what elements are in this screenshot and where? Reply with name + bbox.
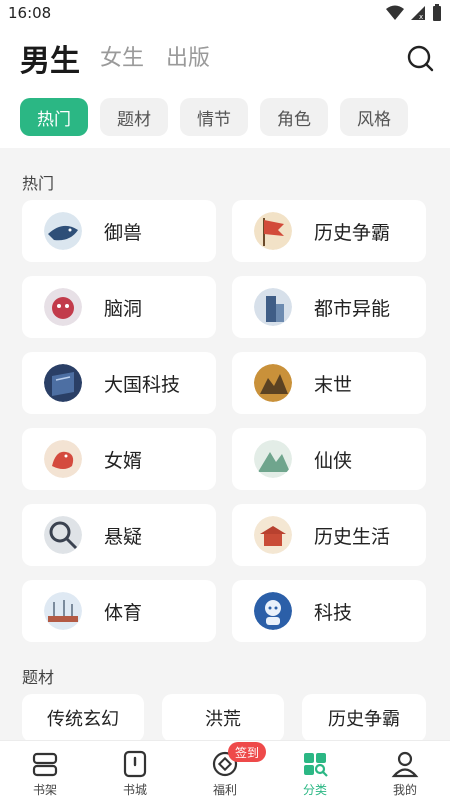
bookstore-icon <box>123 750 147 778</box>
nav-label: 福利 <box>212 783 237 797</box>
category-label: 女婿 <box>104 450 143 472</box>
category-label: 仙侠 <box>314 450 353 472</box>
category-card[interactable]: 历史生活 <box>232 504 426 566</box>
battery-icon <box>433 4 441 21</box>
checkin-badge[interactable]: 签到 <box>228 742 267 762</box>
pig-icon <box>44 288 82 326</box>
category-card[interactable]: 脑洞 <box>22 276 216 338</box>
category-label: 历史生活 <box>314 526 391 548</box>
theme-tag[interactable]: 洪荒 <box>162 694 284 740</box>
tab-boys[interactable]: 男生 <box>20 36 80 80</box>
filter-chips: 热门 题材 情节 角色 风格 <box>0 98 450 138</box>
ruins-icon <box>254 364 292 402</box>
theme-tag[interactable]: 传统玄幻 <box>22 694 144 740</box>
section-title-hot: 热门 <box>22 174 55 193</box>
chip-style[interactable]: 风格 <box>340 98 408 136</box>
category-card[interactable]: 悬疑 <box>22 504 216 566</box>
section-title-theme: 题材 <box>22 668 55 687</box>
category-label: 大国科技 <box>104 374 181 396</box>
category-card[interactable]: 御兽 <box>22 200 216 262</box>
category-label: 体育 <box>104 602 143 624</box>
status-bar: 16:08 x <box>0 0 450 26</box>
category-card[interactable]: 仙侠 <box>232 428 426 490</box>
category-card[interactable]: 女婿 <box>22 428 216 490</box>
svg-text:x: x <box>419 13 423 21</box>
nav-label: 书城 <box>122 783 147 797</box>
bottom-nav: 书架 书城 福利 分类 我的 <box>0 740 450 800</box>
category-card[interactable]: 体育 <box>22 580 216 642</box>
nav-profile[interactable]: 我的 <box>360 741 450 800</box>
lens-icon <box>44 516 82 554</box>
category-label: 科技 <box>314 602 353 624</box>
tab-publishing[interactable]: 出版 <box>166 40 210 72</box>
chip-hot[interactable]: 热门 <box>20 98 88 136</box>
nav-bookstore[interactable]: 书城 <box>90 741 180 800</box>
status-icons: x <box>386 4 442 22</box>
palace-icon <box>254 516 292 554</box>
category-icon <box>304 753 328 777</box>
category-label: 御兽 <box>104 222 143 244</box>
mountain-icon <box>254 440 292 478</box>
category-card[interactable]: 末世 <box>232 352 426 414</box>
category-card[interactable]: 都市异能 <box>232 276 426 338</box>
profile-icon <box>391 751 419 778</box>
category-label: 都市异能 <box>314 298 391 320</box>
category-card[interactable]: 大国科技 <box>22 352 216 414</box>
signal-icon: x <box>411 6 425 21</box>
category-label: 脑洞 <box>104 298 143 320</box>
search-icon[interactable] <box>406 44 434 72</box>
chip-plot[interactable]: 情节 <box>180 98 248 136</box>
category-label: 末世 <box>314 374 353 396</box>
bookshelf-icon <box>32 752 58 777</box>
whale-icon <box>44 212 82 250</box>
dragon-icon <box>44 440 82 478</box>
robot-icon <box>254 592 292 630</box>
chip-theme[interactable]: 题材 <box>100 98 168 136</box>
tab-girls[interactable]: 女生 <box>100 40 144 72</box>
top-header: 男生 女生 出版 <box>0 26 450 90</box>
status-time: 16:08 <box>8 4 52 22</box>
nav-label: 我的 <box>392 783 417 797</box>
city-tower-icon <box>254 288 292 326</box>
nav-bookshelf[interactable]: 书架 <box>0 741 90 800</box>
theme-tag[interactable]: 历史争霸 <box>302 694 426 740</box>
category-card[interactable]: 科技 <box>232 580 426 642</box>
war-flag-icon <box>254 212 292 250</box>
category-content: 热门 御兽 历史争霸 脑洞 都市异能 大国科技 末世 女婿 仙侠 悬疑 历史生活… <box>0 148 450 740</box>
nav-category[interactable]: 分类 <box>270 741 360 800</box>
category-label: 历史争霸 <box>314 222 391 244</box>
nav-label: 分类 <box>302 783 327 797</box>
category-label: 悬疑 <box>104 526 143 548</box>
category-card[interactable]: 历史争霸 <box>232 200 426 262</box>
tech-book-icon <box>44 364 82 402</box>
nav-label: 书架 <box>32 783 57 797</box>
stadium-icon <box>44 592 82 630</box>
wifi-icon <box>386 5 404 20</box>
chip-role[interactable]: 角色 <box>260 98 328 136</box>
